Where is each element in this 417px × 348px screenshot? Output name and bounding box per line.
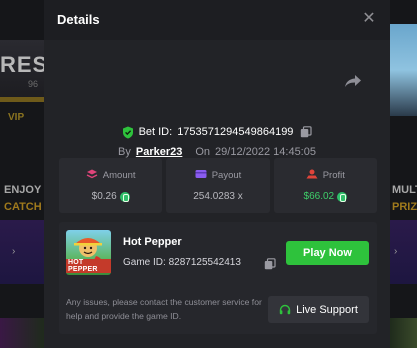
coin-icon [119, 191, 130, 202]
shield-check-icon [122, 126, 134, 139]
game-name: Hot Pepper [123, 236, 182, 248]
stat-payout-label: Payout [211, 170, 242, 181]
stat-amount-value: $0.26 [91, 191, 117, 202]
copy-icon[interactable] [300, 126, 313, 138]
bet-timestamp: 29/12/2022 14:45:05 [215, 146, 316, 158]
close-icon[interactable]: ✕ [361, 10, 377, 28]
modal-header: Details ✕ [44, 0, 390, 40]
on-label: On [195, 146, 211, 158]
bet-id-label: Bet ID: [138, 126, 173, 138]
money-icon [86, 169, 98, 182]
background-player-image [390, 24, 417, 116]
stat-profit-label: Profit [322, 170, 345, 181]
game-id-label: Game ID: [123, 257, 166, 268]
bet-id-value: 1753571294549864199 [177, 126, 294, 138]
wallet-icon [195, 169, 207, 182]
game-id-value: 8287125542413 [168, 257, 241, 268]
background-vip-label: VIP [8, 112, 25, 123]
share-icon[interactable] [343, 72, 363, 90]
bet-details-modal: Details ✕ Bet ID: 1753571294549864199 By… [44, 0, 390, 348]
background-promo-subtitle: CATCH [4, 201, 42, 213]
coin-icon [337, 191, 348, 202]
copy-icon[interactable] [264, 257, 276, 270]
stat-amount: Amount $0.26 [59, 158, 163, 213]
live-support-button[interactable]: Live Support [268, 296, 369, 323]
background-banner-text: RES [0, 52, 49, 77]
stat-profit: Profit $66.02 [273, 158, 377, 213]
background-bottom-strip-right [390, 318, 417, 348]
play-now-button[interactable]: Play Now [286, 241, 369, 265]
stat-amount-label: Amount [102, 170, 136, 181]
stat-profit-value: $66.02 [303, 191, 335, 202]
background-banner-subtext: 96 [28, 79, 39, 89]
by-label: By [118, 146, 131, 158]
stat-payout: Payout 254.0283 x [166, 158, 270, 213]
chevron-right-icon[interactable]: › [12, 246, 15, 257]
background-promo-title-right: MULT [392, 184, 417, 196]
bet-id-row: Bet ID: 1753571294549864199 [44, 124, 390, 140]
help-text: Any issues, please contact the customer … [66, 297, 262, 321]
background-left-column: RES 96 VIP ENJOY CATCH › [0, 0, 47, 348]
chevron-right-icon[interactable]: › [394, 246, 397, 257]
profit-icon [306, 169, 318, 182]
background-promo-card[interactable] [0, 220, 44, 284]
background-gold-bar [0, 97, 44, 102]
headset-icon [279, 304, 291, 316]
username-link[interactable]: Parker23 [136, 146, 183, 158]
background-bottom-strip [0, 318, 44, 348]
modal-title: Details [57, 12, 100, 27]
bet-stats: Amount $0.26 Payout 254.0283 x Profit $6… [59, 158, 377, 213]
background-promo-title: ENJOY [4, 184, 42, 196]
game-thumbnail-tag: HOT PEPPER [66, 259, 111, 273]
background-right-column: MULT PRIZE › [390, 0, 417, 348]
live-support-label: Live Support [296, 303, 358, 316]
stat-payout-value: 254.0283 x [193, 191, 243, 202]
game-id-row: Game ID: 8287125542413 [123, 257, 241, 268]
game-thumbnail[interactable]: HOT PEPPER [66, 230, 111, 275]
background-promo-subtitle-right: PRIZE [392, 201, 417, 213]
game-card: HOT PEPPER Hot Pepper Game ID: 828712554… [59, 222, 377, 334]
